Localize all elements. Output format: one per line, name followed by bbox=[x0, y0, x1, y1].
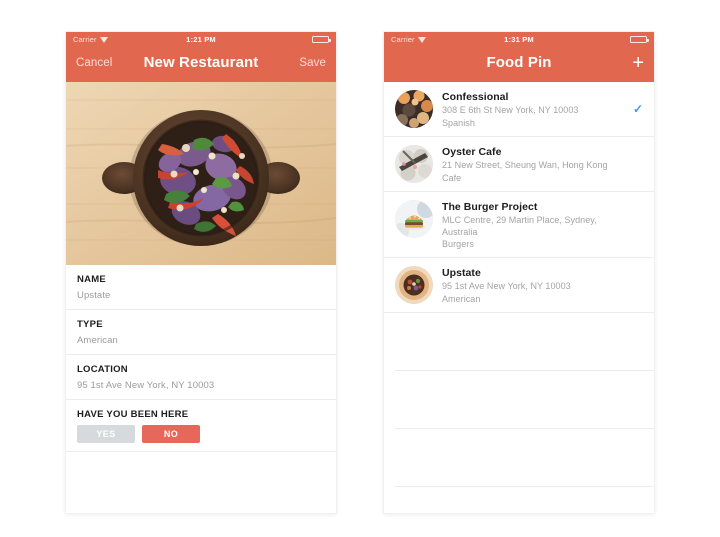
battery-icon bbox=[630, 35, 649, 44]
row-text: The Burger Project MLC Centre, 29 Martin… bbox=[442, 200, 620, 249]
field-name[interactable]: NAME Upstate bbox=[66, 265, 336, 310]
field-location-label: LOCATION bbox=[77, 364, 128, 375]
restaurant-name: The Burger Project bbox=[442, 201, 538, 213]
left-statusbar: Carrier 1:21 PM bbox=[66, 32, 336, 47]
restaurant-photo-image bbox=[66, 82, 336, 265]
restaurant-name: Confessional bbox=[442, 91, 509, 103]
restaurant-type: Cafe bbox=[442, 172, 462, 183]
yes-button[interactable]: YES bbox=[77, 425, 135, 443]
no-button[interactable]: NO bbox=[142, 425, 200, 443]
restaurant-list: Confessional 308 E 6th St New York, NY 1… bbox=[384, 82, 654, 513]
name-input[interactable]: Upstate bbox=[77, 290, 325, 301]
field-name-label: NAME bbox=[77, 274, 106, 285]
empty-row bbox=[395, 313, 654, 372]
page-title: Food Pin bbox=[486, 54, 552, 71]
right-statusbar: Carrier 1:31 PM bbox=[384, 32, 654, 47]
oyster-cafe-thumbnail bbox=[395, 145, 433, 183]
confessional-thumbnail bbox=[395, 90, 433, 128]
left-status-right bbox=[312, 35, 331, 44]
restaurant-address: 21 New Street, Sheung Wan, Hong Kong bbox=[442, 160, 608, 170]
restaurant-type: Spanish bbox=[442, 117, 475, 128]
left-navbar: Carrier 1:21 PM Cancel New Restaurant Sa… bbox=[66, 32, 336, 82]
phone-food-pin: Carrier 1:31 PM Food Pin + Confessional … bbox=[384, 32, 654, 513]
been-here-label: HAVE YOU BEEN HERE bbox=[77, 409, 189, 420]
been-here-toggle-group: YES NO bbox=[77, 425, 325, 443]
restaurant-address: 95 1st Ave New York, NY 10003 bbox=[442, 281, 571, 292]
restaurant-form: NAME Upstate TYPE American LOCATION 95 1… bbox=[66, 265, 336, 513]
table-row[interactable]: Oyster Cafe 21 New Street, Sheung Wan, H… bbox=[384, 137, 654, 192]
restaurant-name: Upstate bbox=[442, 267, 481, 280]
burger-project-thumbnail bbox=[395, 200, 433, 238]
restaurant-photo[interactable] bbox=[66, 82, 336, 265]
field-location[interactable]: LOCATION 95 1st Ave New York, NY 10003 bbox=[66, 355, 336, 400]
row-text: Confessional 308 E 6th St New York, NY 1… bbox=[442, 90, 620, 128]
table-row[interactable]: The Burger Project MLC Centre, 29 Martin… bbox=[384, 192, 654, 259]
table-row[interactable]: Upstate 95 1st Ave New York, NY 10003 Am… bbox=[384, 258, 654, 314]
type-input[interactable]: American bbox=[77, 335, 325, 346]
restaurant-type: Burgers bbox=[442, 239, 474, 250]
right-status-time: 1:31 PM bbox=[504, 35, 534, 44]
oyster-cafe-thumbnail-image bbox=[395, 145, 433, 183]
add-restaurant-button[interactable]: + bbox=[632, 53, 644, 73]
left-status-time: 1:21 PM bbox=[186, 35, 216, 44]
screenshot-canvas: Carrier 1:21 PM Cancel New Restaurant Sa… bbox=[0, 0, 720, 537]
phone-new-restaurant: Carrier 1:21 PM Cancel New Restaurant Sa… bbox=[66, 32, 336, 513]
save-button[interactable]: Save bbox=[299, 57, 326, 69]
field-type[interactable]: TYPE American bbox=[66, 310, 336, 355]
upstate-thumbnail bbox=[395, 266, 433, 305]
empty-row bbox=[395, 371, 654, 430]
table-row[interactable]: Confessional 308 E 6th St New York, NY 1… bbox=[384, 82, 654, 137]
burger-project-thumbnail-image bbox=[395, 200, 433, 238]
checkmark-icon: ✓ bbox=[632, 102, 643, 116]
field-type-label: TYPE bbox=[77, 319, 103, 330]
confessional-thumbnail-image bbox=[395, 90, 433, 128]
field-been-here: HAVE YOU BEEN HERE YES NO bbox=[66, 400, 336, 452]
battery-icon bbox=[312, 35, 331, 44]
restaurant-address: MLC Centre, 29 Martin Place, Sydney, Aus… bbox=[442, 215, 597, 237]
right-navbar: Carrier 1:31 PM Food Pin + bbox=[384, 32, 654, 82]
row-text: Upstate 95 1st Ave New York, NY 10003 Am… bbox=[442, 266, 620, 304]
location-input[interactable]: 95 1st Ave New York, NY 10003 bbox=[77, 380, 325, 391]
restaurant-name: Oyster Cafe bbox=[442, 146, 502, 158]
right-navbar-row: Food Pin + bbox=[384, 47, 654, 82]
restaurant-type: American bbox=[442, 293, 481, 304]
restaurant-address: 308 E 6th St New York, NY 10003 bbox=[442, 105, 579, 115]
right-status-right bbox=[630, 35, 649, 44]
row-text: Oyster Cafe 21 New Street, Sheung Wan, H… bbox=[442, 145, 620, 183]
upstate-thumbnail-image bbox=[395, 266, 433, 305]
cancel-button[interactable]: Cancel bbox=[76, 57, 112, 69]
empty-row bbox=[395, 429, 654, 488]
left-navbar-row: Cancel New Restaurant Save bbox=[66, 47, 336, 82]
